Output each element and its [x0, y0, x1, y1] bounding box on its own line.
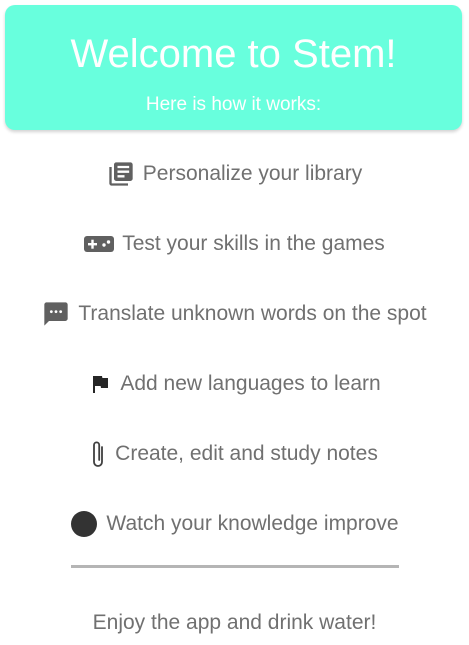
flag-icon	[88, 372, 112, 396]
feature-label: Translate unknown words on the spot	[78, 302, 427, 325]
library-books-icon	[107, 160, 135, 188]
feature-label: Personalize your library	[142, 162, 363, 185]
feature-test-skills: Test your skills in the games	[0, 227, 469, 261]
gamepad-icon	[84, 236, 115, 252]
feature-study-notes: Create, edit and study notes	[0, 437, 469, 471]
footer-message: Enjoy the app and drink water!	[92, 611, 377, 634]
feature-label: Add new languages to learn	[120, 372, 381, 395]
feature-label: Watch your knowledge improve	[106, 512, 399, 535]
feature-translate-words: Translate unknown words on the spot	[0, 297, 469, 331]
divider	[71, 565, 399, 568]
welcome-subtitle: Here is how it works:	[145, 94, 322, 115]
feature-knowledge-improve: Watch your knowledge improve	[0, 507, 469, 541]
chat-bubble-icon	[42, 300, 70, 328]
feature-label: Create, edit and study notes	[115, 442, 378, 465]
feature-personalize-library: Personalize your library	[0, 157, 469, 191]
feature-add-languages: Add new languages to learn	[0, 367, 469, 401]
paperclip-icon	[91, 438, 107, 470]
welcome-title: Welcome to Stem!	[70, 32, 397, 76]
feature-label: Test your skills in the games	[122, 232, 385, 255]
circle-icon	[70, 510, 98, 538]
welcome-banner: Welcome to Stem! Here is how it works:	[5, 5, 462, 130]
